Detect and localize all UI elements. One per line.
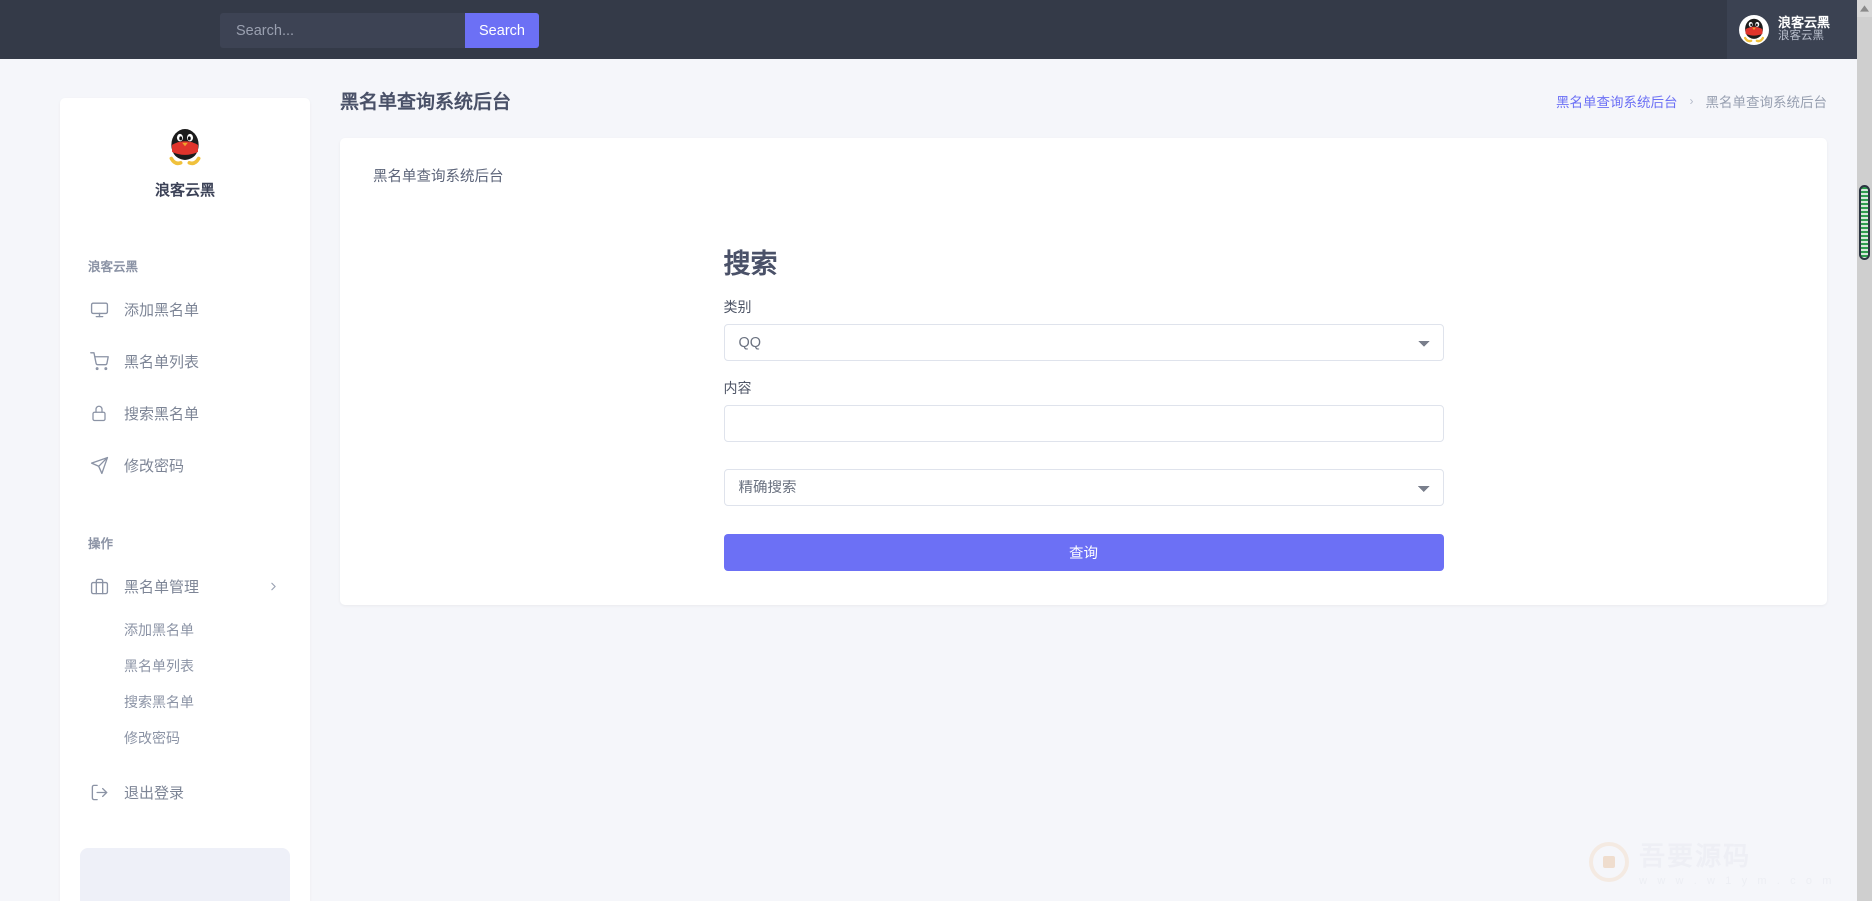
sidebar-subitem-change-password[interactable]: 修改密码 bbox=[60, 720, 310, 756]
sidebar-item-logout[interactable]: 退出登录 bbox=[60, 766, 310, 818]
page-header: 黑名单查询系统后台 黑名单查询系统后台 › 黑名单查询系统后台 bbox=[310, 59, 1857, 114]
sidebar-item-add-blacklist[interactable]: 添加黑名单 bbox=[60, 283, 310, 335]
search-input[interactable] bbox=[220, 13, 465, 48]
paper-plane-icon bbox=[88, 454, 110, 476]
breadcrumb: 黑名单查询系统后台 › 黑名单查询系统后台 bbox=[1556, 91, 1827, 111]
site-watermark: 吾要源码 w w w . w 1 y m . c o m bbox=[1589, 836, 1835, 887]
form-heading: 搜索 bbox=[724, 242, 1444, 281]
sidebar-item-blacklist-list[interactable]: 黑名单列表 bbox=[60, 335, 310, 387]
sidebar-item-label: 添加黑名单 bbox=[124, 299, 199, 320]
sidebar-item-label: 黑名单列表 bbox=[124, 351, 199, 372]
breadcrumb-current: 黑名单查询系统后台 bbox=[1706, 91, 1828, 111]
brand[interactable]: 浪客云黑 bbox=[60, 98, 310, 200]
shopping-cart-icon bbox=[88, 350, 110, 372]
sidebar-subitem-search-blacklist[interactable]: 搜索黑名单 bbox=[60, 684, 310, 720]
match-mode-select[interactable]: 精确搜索 bbox=[724, 469, 1444, 506]
user-menu[interactable]: 浪客云黑 浪客云黑 bbox=[1727, 0, 1857, 59]
content-input[interactable] bbox=[724, 405, 1444, 442]
category-select[interactable]: QQ bbox=[724, 324, 1444, 361]
sidebar-item-change-password[interactable]: 修改密码 bbox=[60, 439, 310, 491]
monitor-icon bbox=[88, 298, 110, 320]
search-form: 搜索 类别 QQ 内容 精确搜索 查询 bbox=[724, 186, 1444, 571]
watermark-texts: 吾要源码 w w w . w 1 y m . c o m bbox=[1639, 836, 1835, 887]
content-label: 内容 bbox=[724, 378, 1444, 398]
nav-section-title-one: 浪客云黑 bbox=[60, 256, 310, 275]
sidebar-promo-card[interactable] bbox=[80, 848, 290, 901]
brand-logo bbox=[161, 123, 209, 171]
sidebar-item-blacklist-manage[interactable]: 黑名单管理 bbox=[60, 560, 310, 612]
qq-penguin-avatar-icon bbox=[1739, 15, 1769, 45]
page-title: 黑名单查询系统后台 bbox=[340, 87, 511, 114]
query-button[interactable]: 查询 bbox=[724, 534, 1444, 571]
sidebar-subitem-label: 黑名单列表 bbox=[124, 656, 194, 676]
card-header: 黑名单查询系统后台 bbox=[340, 138, 1827, 186]
breadcrumb-link[interactable]: 黑名单查询系统后台 bbox=[1556, 91, 1678, 111]
top-navbar: Search 浪客云黑 浪客云黑 bbox=[0, 0, 1857, 59]
content-card: 黑名单查询系统后台 搜索 类别 QQ 内容 精确搜索 查询 bbox=[340, 138, 1827, 605]
main-content: 黑名单查询系统后台 黑名单查询系统后台 › 黑名单查询系统后台 黑名单查询系统后… bbox=[310, 59, 1857, 901]
sidebar: 浪客云黑 浪客云黑 添加黑名单 黑名单列表 搜索黑名单 bbox=[60, 98, 310, 901]
lock-icon bbox=[88, 402, 110, 424]
watermark-logo-icon bbox=[1589, 842, 1629, 882]
sidebar-subitem-label: 修改密码 bbox=[124, 728, 180, 748]
briefcase-icon bbox=[88, 575, 110, 597]
qq-penguin-logo-icon bbox=[162, 124, 208, 170]
nav-section-title-two: 操作 bbox=[60, 533, 310, 552]
page-scrollbar[interactable] bbox=[1857, 0, 1872, 901]
sidebar-item-label: 退出登录 bbox=[124, 782, 184, 803]
user-subtitle: 浪客云黑 bbox=[1778, 30, 1830, 44]
sidebar-item-label: 黑名单管理 bbox=[124, 576, 199, 597]
scrollbar-track[interactable] bbox=[1857, 17, 1872, 901]
scrollbar-up-arrow-icon[interactable] bbox=[1857, 0, 1872, 17]
sidebar-item-label: 修改密码 bbox=[124, 455, 184, 476]
sidebar-item-label: 搜索黑名单 bbox=[124, 403, 199, 424]
logout-icon bbox=[88, 781, 110, 803]
sidebar-subitem-blacklist-list[interactable]: 黑名单列表 bbox=[60, 648, 310, 684]
global-search-group: Search bbox=[220, 13, 539, 48]
breadcrumb-separator-icon: › bbox=[1690, 94, 1694, 108]
search-button[interactable]: Search bbox=[465, 13, 539, 48]
user-info: 浪客云黑 浪客云黑 bbox=[1778, 15, 1830, 44]
user-name: 浪客云黑 bbox=[1778, 15, 1830, 31]
sidebar-subitem-label: 添加黑名单 bbox=[124, 620, 194, 640]
sidebar-item-search-blacklist[interactable]: 搜索黑名单 bbox=[60, 387, 310, 439]
sidebar-subitem-add-blacklist[interactable]: 添加黑名单 bbox=[60, 612, 310, 648]
watermark-title: 吾要源码 bbox=[1639, 836, 1835, 873]
scrollbar-thumb[interactable] bbox=[1859, 185, 1870, 260]
avatar bbox=[1739, 15, 1769, 45]
watermark-url: w w w . w 1 y m . c o m bbox=[1639, 875, 1835, 887]
watermark-logo-dot bbox=[1603, 856, 1615, 868]
chevron-right-icon[interactable] bbox=[267, 580, 280, 593]
sidebar-subitem-label: 搜索黑名单 bbox=[124, 692, 194, 712]
promo-illustration bbox=[80, 848, 290, 901]
brand-name: 浪客云黑 bbox=[155, 179, 215, 200]
category-label: 类别 bbox=[724, 297, 1444, 317]
